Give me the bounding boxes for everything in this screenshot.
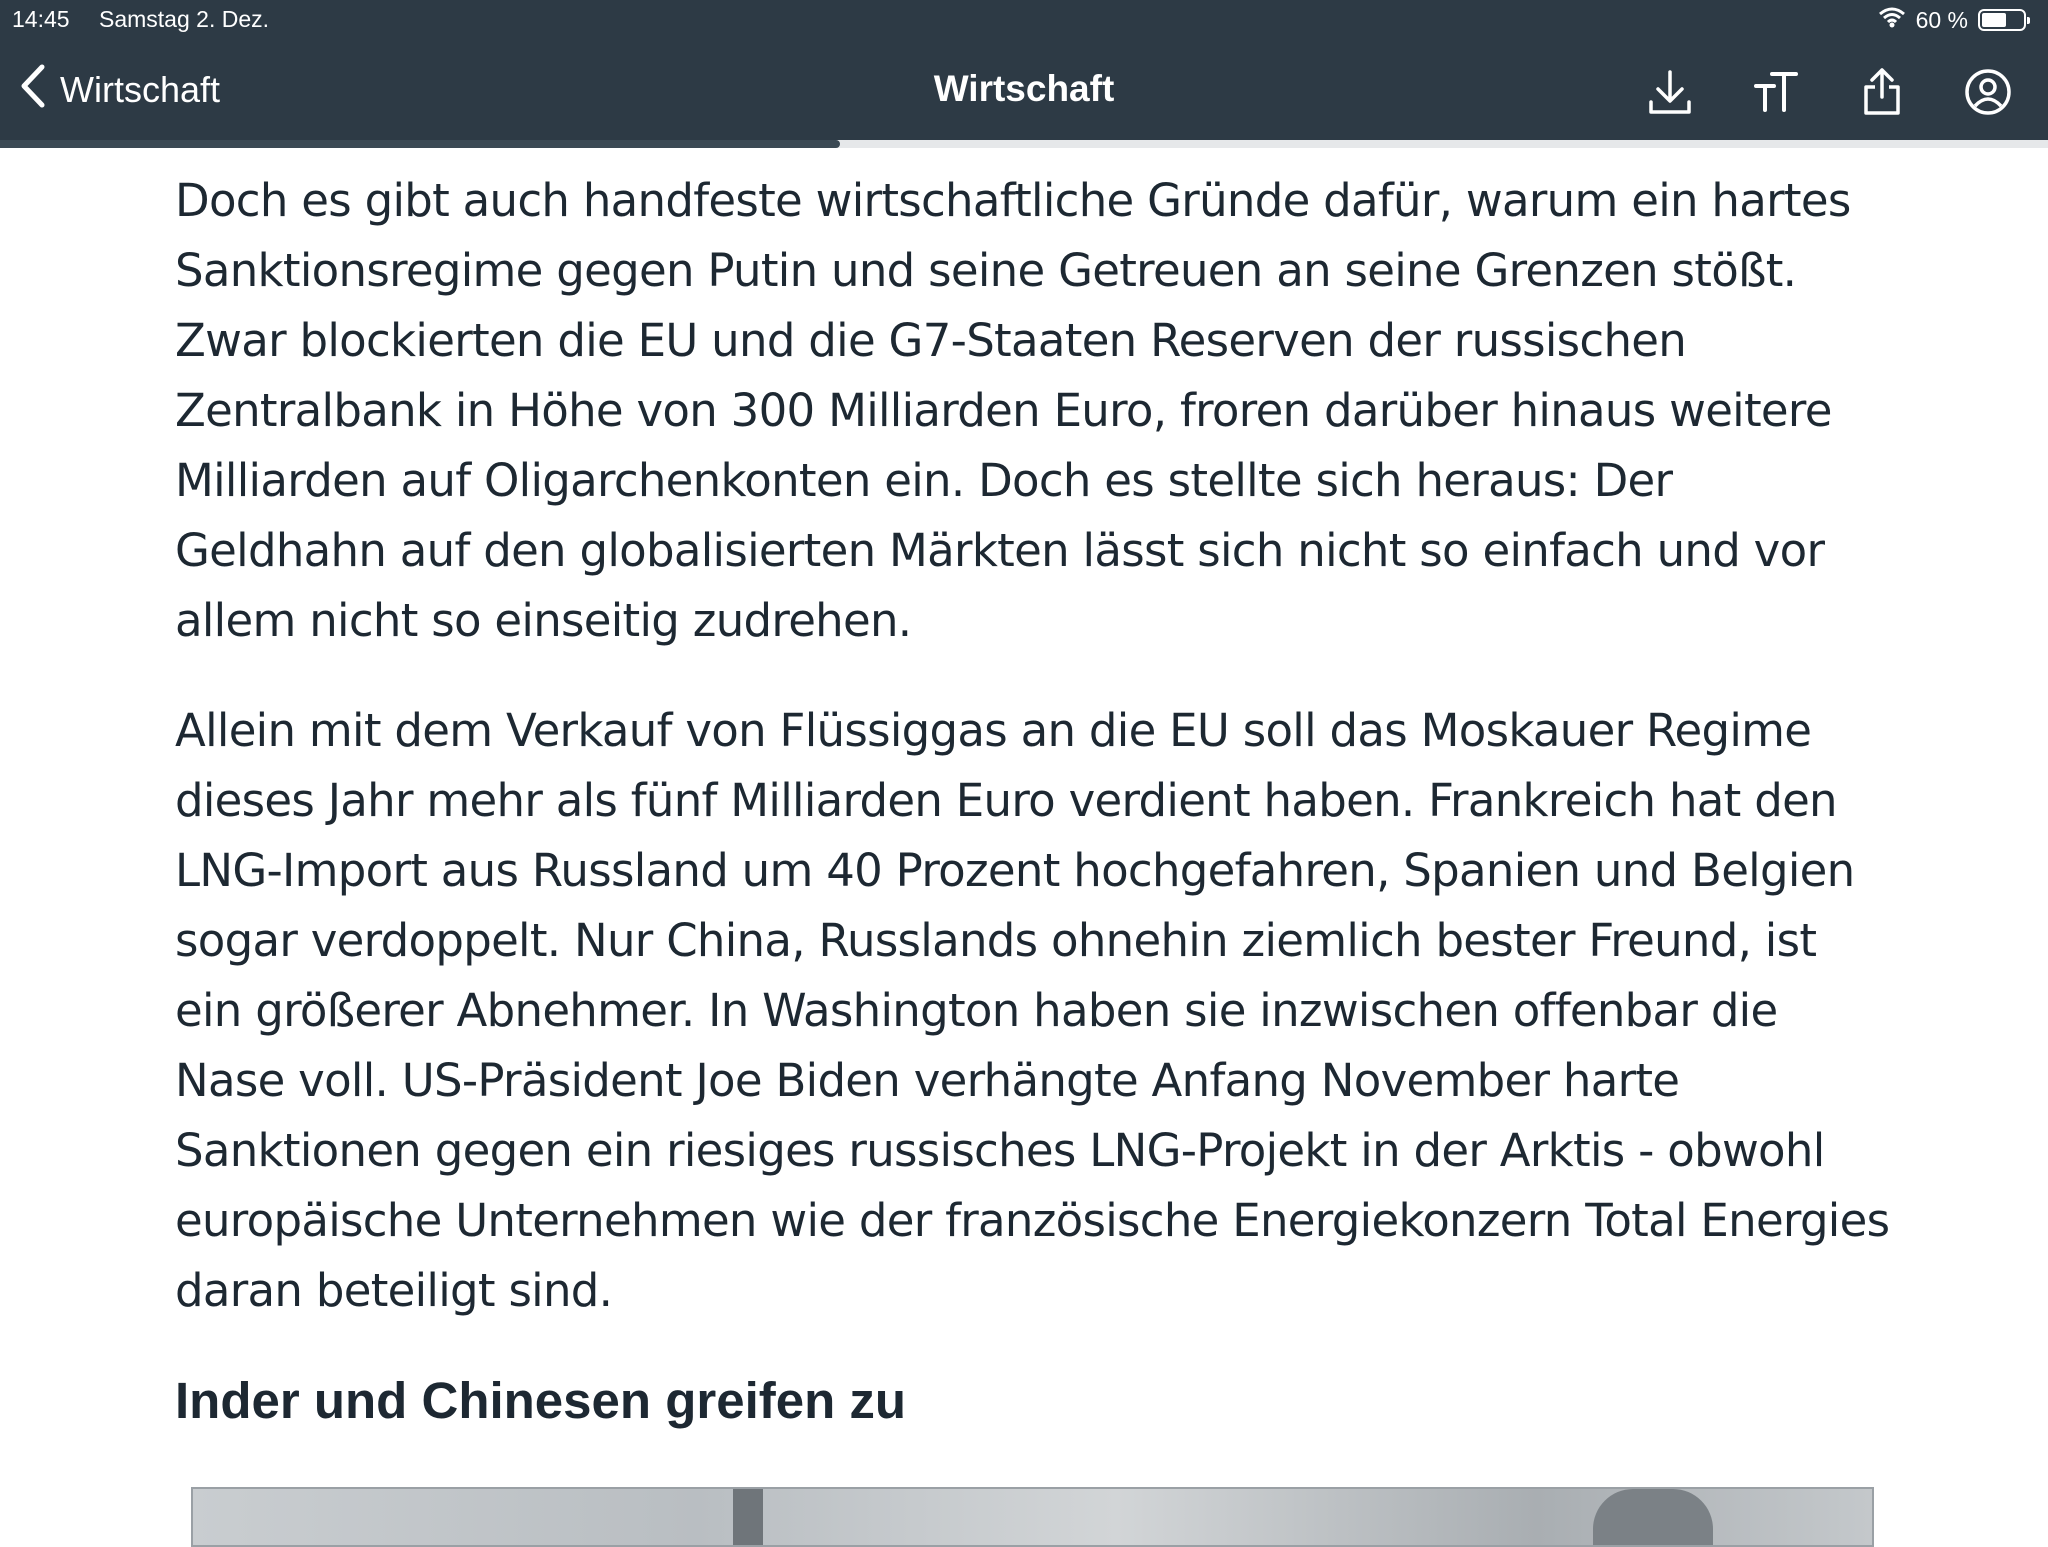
status-indicators: 60 %	[1878, 6, 2030, 34]
battery-level	[1982, 13, 2006, 27]
battery-icon	[1978, 9, 2030, 31]
reading-progress-fill	[0, 140, 840, 148]
text-size-icon[interactable]	[1746, 62, 1806, 122]
article-paragraph: Allein mit dem Verkauf von Flüssiggas an…	[175, 704, 1890, 1317]
article-paragraph: Doch es gibt auch handfeste wirtschaftli…	[175, 174, 1851, 647]
article-image[interactable]	[191, 1487, 1874, 1547]
share-icon[interactable]	[1852, 62, 1912, 122]
status-time: 14:45	[12, 6, 70, 32]
navigation-bar: Wirtschaft Wirtschaft	[0, 44, 2048, 140]
download-icon[interactable]	[1640, 62, 1700, 122]
app-header: 14:45 Samstag 2. Dez. 60 % Wirtschaft Wi…	[0, 0, 2048, 140]
account-icon[interactable]	[1958, 62, 2018, 122]
status-bar: 14:45 Samstag 2. Dez. 60 %	[0, 0, 2048, 40]
battery-percent: 60 %	[1915, 6, 1968, 33]
article-subheading: Inder und Chinesen greifen zu	[175, 1372, 907, 1429]
article-body: Doch es gibt auch handfeste wirtschaftli…	[175, 166, 1895, 1436]
toolbar-actions	[1640, 62, 2018, 122]
wifi-icon	[1878, 6, 1906, 34]
reading-progress-bar	[0, 140, 2048, 148]
status-date: Samstag 2. Dez.	[99, 6, 270, 32]
